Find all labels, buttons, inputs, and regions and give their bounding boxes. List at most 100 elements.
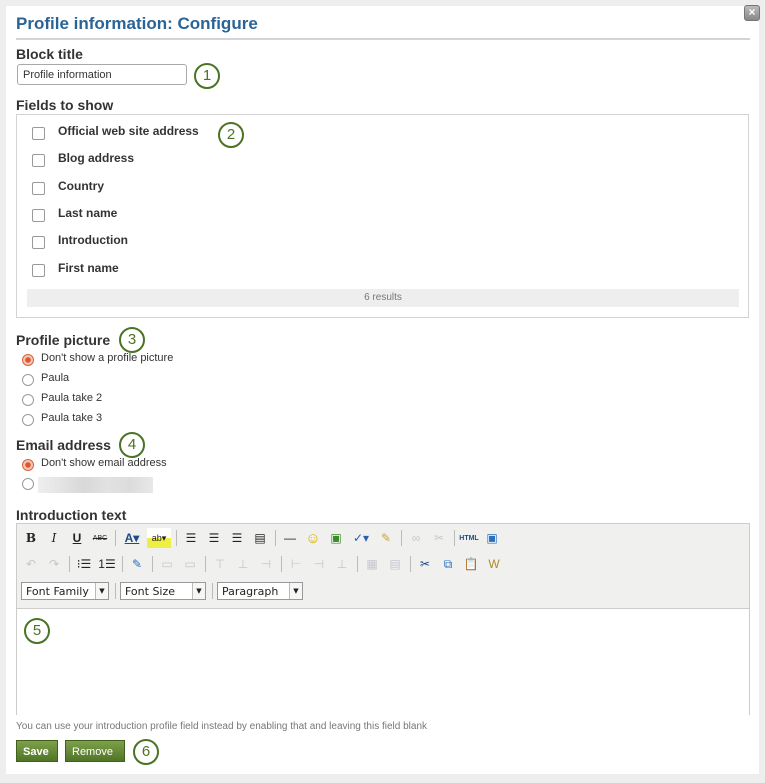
insert-row-after-icon[interactable]: ⊥ [233,554,253,574]
underline-icon[interactable]: U [67,528,87,548]
edit-icon[interactable]: ✎ [127,554,147,574]
introduction-text-label: Introduction text [16,507,127,523]
dialog-title: Profile information: Configure [16,14,258,33]
font-size-select[interactable]: Font Size ▼ [120,582,206,600]
cut-icon[interactable]: ✂ [415,554,435,574]
cleanup-icon[interactable]: ✎ [376,528,396,548]
radio-label: Paula take 3 [41,412,103,424]
table-cell-icon[interactable]: ▭ [180,554,200,574]
fields-list: Official web site address Blog address C… [16,114,749,318]
field-checkbox[interactable] [32,209,45,222]
close-icon[interactable]: × [744,5,760,21]
field-checkbox[interactable] [32,154,45,167]
separator [401,530,402,546]
separator [454,530,455,546]
field-label: Last name [58,206,118,220]
callout-2: 2 [218,122,244,148]
separator [115,530,116,546]
bold-icon[interactable]: B [21,528,41,548]
rich-text-editor: B I U ABC A▾ ab▾ ☰ ☰ ☰ ▤ — ☺ ▣ ✓▾ ✎ ∞ ✂ … [16,523,750,715]
unlink-icon[interactable]: ✂ [429,528,449,548]
field-label: Official web site address [58,124,199,138]
editor-content-area[interactable] [17,608,749,715]
radio-button[interactable] [22,394,34,406]
align-left-icon[interactable]: ☰ [181,528,201,548]
field-checkbox[interactable] [32,236,45,249]
radio-button[interactable] [22,478,34,490]
font-family-select[interactable]: Font Family ▼ [21,582,109,600]
separator [176,530,177,546]
separator [205,556,206,572]
align-justify-icon[interactable]: ▤ [250,528,270,548]
block-title-label: Block title [16,46,83,62]
save-button[interactable]: Save [16,740,58,762]
strikethrough-icon[interactable]: ABC [90,528,110,548]
radio-button[interactable] [22,354,34,366]
link-icon[interactable]: ∞ [406,528,426,548]
emoticon-icon[interactable]: ☺ [303,528,323,548]
font-size-value: Font Size [125,584,176,598]
fields-to-show-label: Fields to show [16,97,114,113]
format-select[interactable]: Paragraph ▼ [217,582,303,600]
numbered-list-icon[interactable]: 1☰ [97,554,117,574]
separator [212,583,213,599]
spellcheck-icon[interactable]: ✓▾ [349,528,373,548]
redacted-email [38,477,153,493]
separator [152,556,153,572]
text-color-icon[interactable]: A▾ [120,528,144,548]
radio-button[interactable] [22,414,34,426]
callout-6: 6 [133,739,159,765]
results-count: 6 results [27,289,739,307]
radio-button[interactable] [22,459,34,471]
redo-icon[interactable]: ↷ [44,554,64,574]
insert-row-before-icon[interactable]: ⊤ [210,554,230,574]
html-source-icon[interactable]: HTML [459,528,479,548]
align-right-icon[interactable]: ☰ [227,528,247,548]
highlight-color-icon[interactable]: ab▾ [147,528,171,548]
callout-3: 3 [119,327,145,353]
separator [410,556,411,572]
field-label: First name [58,261,119,275]
italic-icon[interactable]: I [44,528,64,548]
title-divider [16,38,750,40]
chevron-down-icon: ▼ [192,583,205,599]
insert-col-after-icon[interactable]: ⊣ [309,554,329,574]
image-icon[interactable]: ▣ [326,528,346,548]
callout-4: 4 [119,432,145,458]
undo-icon[interactable]: ↶ [21,554,41,574]
copy-icon[interactable]: ⧉ [438,554,458,574]
table-icon[interactable]: ▦ [362,554,382,574]
introduction-hint: You can use your introduction profile fi… [16,721,428,732]
horizontal-rule-icon[interactable]: — [280,528,300,548]
remove-button[interactable]: Remove [65,740,125,762]
toolbar-row-1: B I U ABC A▾ ab▾ ☰ ☰ ☰ ▤ — ☺ ▣ ✓▾ ✎ ∞ ✂ … [21,528,505,548]
radio-label: Paula take 2 [41,392,103,404]
insert-col-before-icon[interactable]: ⊢ [286,554,306,574]
field-label: Introduction [58,233,128,247]
table-row-icon[interactable]: ▭ [157,554,177,574]
callout-1: 1 [194,63,220,89]
profile-picture-label: Profile picture [16,332,111,348]
block-title-input[interactable] [17,64,187,85]
callout-5: 5 [24,618,50,644]
chevron-down-icon: ▼ [95,583,108,599]
separator [275,530,276,546]
radio-label: Don't show email address [41,457,167,469]
delete-row-icon[interactable]: ⊣ [256,554,276,574]
toolbar-row-3: Font Family ▼ Font Size ▼ Paragraph ▼ [21,581,307,601]
field-checkbox[interactable] [32,127,45,140]
separator [122,556,123,572]
table-props-icon[interactable]: ▤ [385,554,405,574]
toolbar-row-2: ↶ ↷ ⁝☰ 1☰ ✎ ▭ ▭ ⊤ ⊥ ⊣ ⊢ ⊣ ⊥ ▦ ▤ ✂ ⧉ 📋 W [21,554,507,574]
delete-col-icon[interactable]: ⊥ [332,554,352,574]
paste-icon[interactable]: 📋 [461,554,481,574]
field-checkbox[interactable] [32,182,45,195]
bullet-list-icon[interactable]: ⁝☰ [74,554,94,574]
fullscreen-icon[interactable]: ▣ [482,528,502,548]
align-center-icon[interactable]: ☰ [204,528,224,548]
field-label: Country [58,179,104,193]
font-family-value: Font Family [26,584,89,598]
field-checkbox[interactable] [32,264,45,277]
radio-button[interactable] [22,374,34,386]
paste-word-icon[interactable]: W [484,554,504,574]
